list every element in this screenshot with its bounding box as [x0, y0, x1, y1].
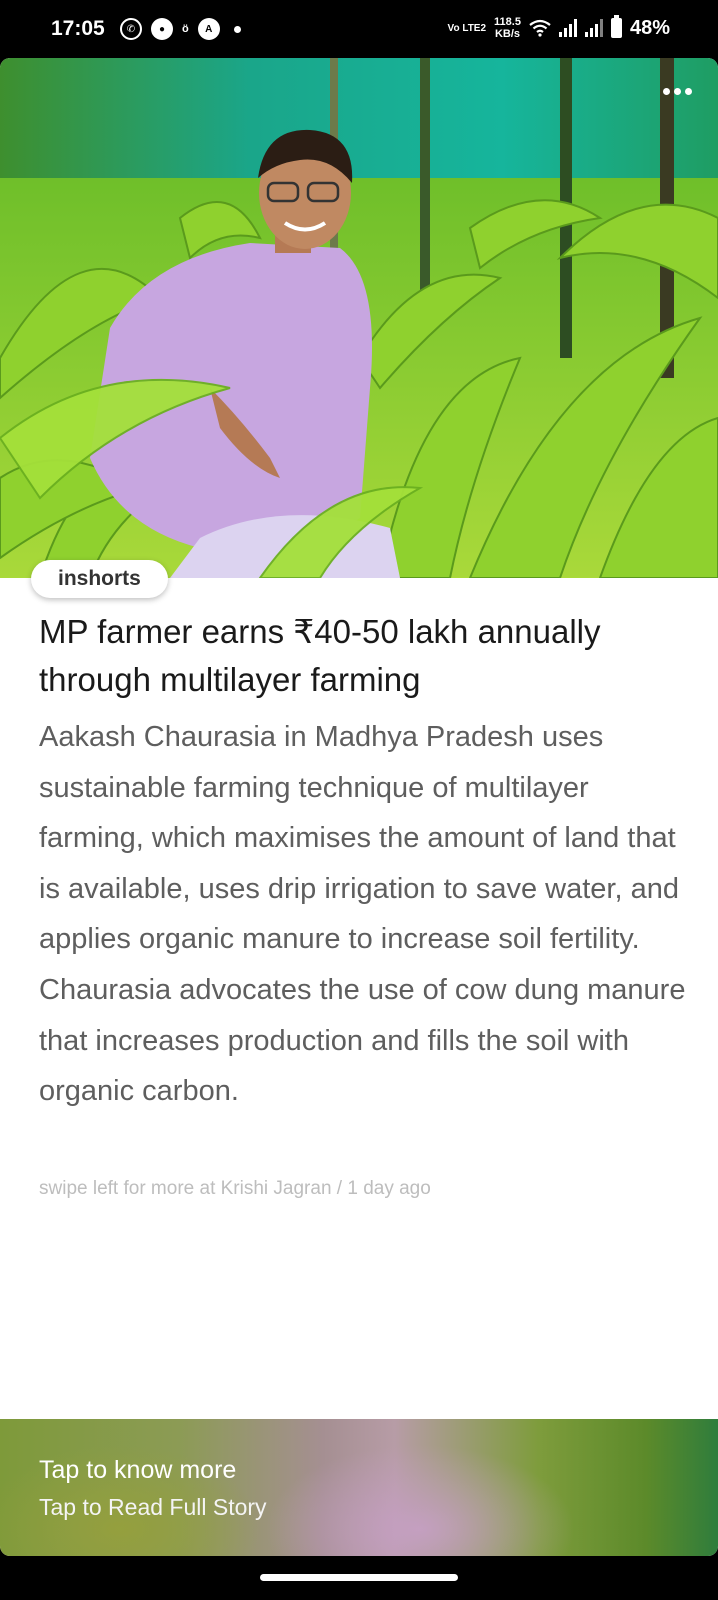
clock: 17:05: [51, 17, 105, 40]
whatsapp-icon: ✆: [120, 18, 142, 40]
network-speed: 118.5 KB/s: [494, 16, 521, 40]
wifi-icon: [529, 19, 551, 37]
sim-icon: ö: [182, 23, 189, 35]
more-options-button[interactable]: [663, 88, 692, 95]
footer-subtitle: Tap to Read Full Story: [39, 1494, 267, 1520]
speed-value: 118.5: [494, 16, 521, 28]
speed-unit: KB/s: [494, 28, 521, 40]
battery-percent: 48%: [629, 16, 670, 39]
read-full-story-banner[interactable]: Tap to know more Tap to Read Full Story: [0, 1419, 718, 1556]
dot-icon: [674, 88, 681, 95]
bag-icon: ●: [151, 18, 173, 40]
more-notifications-dot-icon: [233, 25, 241, 33]
article-summary: Aakash Chaurasia in Madhya Pradesh uses …: [39, 721, 686, 1108]
news-card[interactable]: inshorts MP farmer earns ₹40-50 lakh ann…: [0, 58, 718, 1556]
signal-1-icon: [558, 19, 577, 37]
notification-icons: ✆ ● ö A: [120, 18, 241, 40]
app-a-icon: A: [197, 18, 220, 40]
brand-badge: inshorts: [31, 560, 168, 598]
footer-title: Tap to know more: [39, 1456, 237, 1484]
dot-icon: [663, 88, 670, 95]
system-icons: Vo LTE2 118.5 KB/s 48%: [447, 15, 670, 40]
signal-2-icon: [584, 19, 603, 37]
farmer-photo: [0, 58, 718, 578]
gesture-nav-handle[interactable]: [260, 1574, 458, 1581]
article-headline: MP farmer earns ₹40-50 lakh annually thr…: [39, 613, 601, 698]
status-bar: 17:05 ✆ ● ö A Vo LTE2 118.5 KB/s 48%: [0, 0, 718, 60]
hero-image[interactable]: [0, 58, 718, 578]
dot-icon: [685, 88, 692, 95]
battery-icon: [610, 15, 622, 38]
volte-icon: Vo LTE2: [447, 22, 487, 34]
source-attribution[interactable]: swipe left for more at Krishi Jagran / 1…: [39, 1178, 431, 1200]
